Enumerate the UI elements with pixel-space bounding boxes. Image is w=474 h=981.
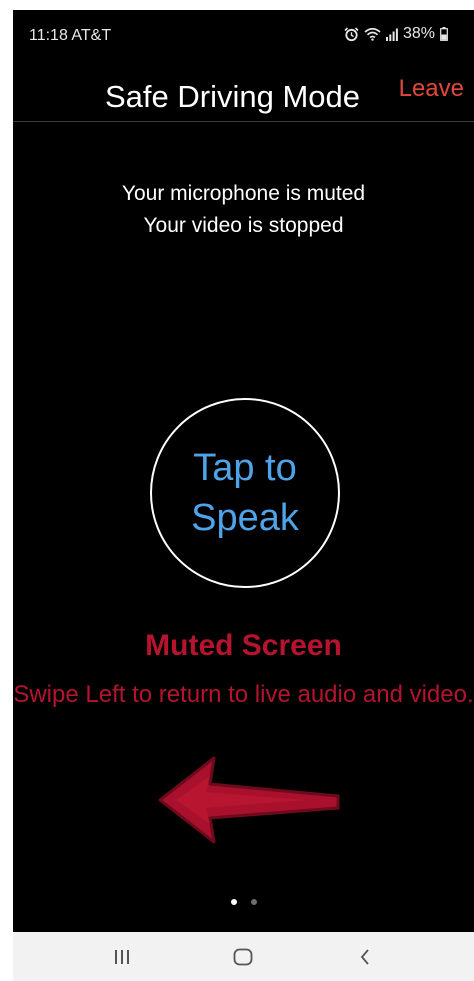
tap-to-speak-line2: Speak — [191, 497, 299, 539]
status-icons: 38% — [344, 25, 448, 43]
signal-icon — [385, 28, 398, 41]
microphone-status: Your microphone is muted — [121, 182, 366, 205]
annotation-title: Muted Screen — [145, 629, 342, 662]
tap-to-speak-line1: Tap to — [193, 447, 297, 489]
home-icon[interactable] — [223, 944, 263, 970]
battery-icon — [440, 27, 448, 41]
page-dot-2[interactable] — [250, 899, 257, 905]
tap-to-speak-label: Tap to Speak — [191, 443, 299, 543]
recent-apps-icon[interactable] — [102, 944, 142, 970]
tap-to-speak-button[interactable]: Tap to Speak — [150, 398, 340, 588]
mute-status: Your microphone is muted Your video is s… — [13, 178, 474, 242]
header: Safe Driving Mode Leave — [13, 65, 474, 122]
page-title: Safe Driving Mode — [105, 79, 361, 114]
status-time: 11:18 — [29, 27, 68, 44]
page-indicator — [13, 899, 474, 905]
status-time-carrier: 11:18 AT&T — [29, 27, 111, 45]
app-screen: 11:18 AT&T 38% Safe Driving Mode Leave Y… — [13, 10, 474, 981]
page-dot-1[interactable] — [230, 899, 237, 905]
battery-percent: 38% — [402, 25, 435, 42]
video-status: Your video is stopped — [143, 214, 344, 237]
left-arrow-icon — [158, 756, 340, 844]
status-bar: 11:18 AT&T 38% — [13, 10, 474, 60]
alarm-icon — [344, 26, 359, 42]
status-carrier: AT&T — [71, 27, 112, 44]
leave-button[interactable]: Leave — [399, 75, 464, 103]
annotation-text: Swipe Left to return to live audio and v… — [13, 681, 474, 708]
navigation-bar — [13, 932, 474, 981]
wifi-icon — [364, 27, 381, 41]
back-icon[interactable] — [345, 944, 385, 970]
